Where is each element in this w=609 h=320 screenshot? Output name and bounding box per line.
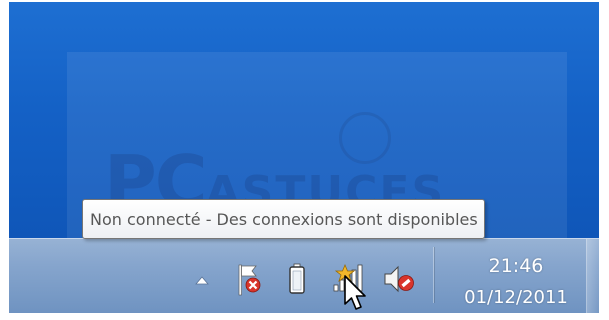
action-center-flag-error-icon[interactable] xyxy=(236,263,264,297)
volume-muted-icon[interactable] xyxy=(382,263,416,295)
tray-divider xyxy=(433,247,434,303)
taskbar: 21:46 01/12/2011 xyxy=(9,238,599,313)
show-desktop-button[interactable] xyxy=(586,239,599,313)
battery-icon[interactable] xyxy=(288,263,306,295)
tooltip-text: Non connecté - Des connexions sont dispo… xyxy=(90,209,478,229)
show-hidden-icons-arrow-icon[interactable] xyxy=(195,276,209,286)
network-status-tooltip: Non connecté - Des connexions sont dispo… xyxy=(82,199,485,239)
clock-date[interactable]: 01/12/2011 xyxy=(446,287,586,308)
mouse-pointer-icon xyxy=(344,275,366,310)
clock-time[interactable]: 21:46 xyxy=(446,255,586,277)
